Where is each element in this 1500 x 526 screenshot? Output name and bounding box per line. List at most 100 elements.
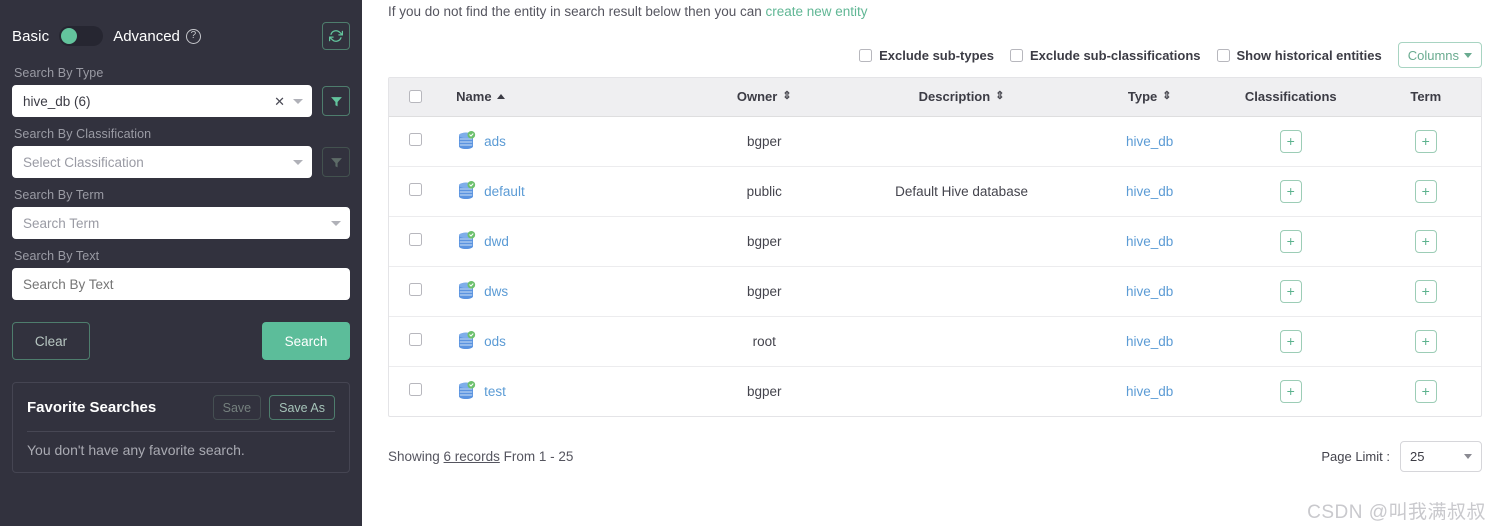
add-term-button[interactable]: + [1414, 279, 1437, 303]
page-limit-select[interactable]: 25 [1400, 440, 1482, 472]
database-cylinder-icon [459, 181, 476, 199]
add-term-button[interactable]: + [1414, 329, 1437, 353]
entity-name-link[interactable]: default [484, 184, 525, 199]
search-by-classification-select[interactable]: Select Classification [12, 146, 312, 178]
row-checkbox[interactable] [409, 383, 423, 397]
type-cell: hive_db [1088, 316, 1212, 367]
entity-type-link[interactable]: hive_db [1126, 234, 1173, 249]
chevron-down-icon[interactable] [331, 220, 341, 226]
favorite-searches-header: Favorite Searches Save Save As [27, 395, 335, 420]
favorite-searches-empty-text: You don't have any favorite search. [27, 442, 245, 458]
type-cell: hive_db [1088, 266, 1212, 317]
add-term-button[interactable]: + [1414, 179, 1437, 203]
entity-name-link[interactable]: ods [484, 334, 506, 349]
search-by-classification-label: Search By Classification [14, 127, 152, 141]
sort-ascending-icon [496, 94, 505, 100]
row-checkbox[interactable] [409, 333, 423, 346]
sidebar-header: Basic Advanced ? [12, 0, 350, 56]
owner-cell: public [693, 166, 835, 217]
exclude-subclassifications-checkbox[interactable]: Exclude sub-classifications [1009, 47, 1201, 63]
clear-button[interactable]: Clear [12, 322, 90, 360]
owner-cell: bgper [693, 116, 835, 167]
column-header-type[interactable]: Type ⇕ [1088, 78, 1212, 117]
mode-basic-label: Basic [12, 27, 50, 45]
clear-type-icon[interactable]: ✕ [274, 95, 293, 108]
add-classification-button[interactable]: + [1279, 229, 1302, 253]
search-by-classification-value: Select Classification [23, 154, 144, 170]
table-row: dwd bgper hive_db + + [389, 216, 1481, 267]
add-classification-button[interactable]: + [1279, 129, 1302, 153]
entity-type-link[interactable]: hive_db [1126, 334, 1173, 349]
entity-type-link[interactable]: hive_db [1126, 384, 1173, 399]
checkbox-box[interactable] [1009, 48, 1023, 62]
results-footer: Showing 6 records From 1 - 25 Page Limit… [388, 440, 1482, 472]
entity-name-link[interactable]: dwd [484, 234, 509, 249]
basic-advanced-toggle[interactable] [59, 26, 104, 46]
classification-filter-button[interactable] [322, 147, 350, 177]
hive-db-icon [456, 131, 476, 151]
mode-advanced-label[interactable]: Advanced [113, 28, 180, 45]
row-checkbox[interactable] [409, 183, 423, 196]
checkbox-box[interactable] [1216, 48, 1230, 62]
add-term-button[interactable]: + [1414, 129, 1437, 153]
page-limit-value: 25 [1410, 448, 1425, 464]
type-filter-button[interactable] [322, 86, 350, 116]
save-as-button[interactable]: Save As [269, 395, 335, 420]
row-select-cell [389, 366, 442, 416]
search-by-text-label: Search By Text [14, 249, 100, 263]
column-header-owner[interactable]: Owner ⇕ [693, 78, 835, 117]
entity-type-link[interactable]: hive_db [1126, 284, 1173, 299]
save-button[interactable]: Save [212, 395, 262, 420]
search-by-text-input[interactable] [12, 268, 350, 300]
exclude-subclassifications-label: Exclude sub-classifications [1029, 47, 1201, 63]
add-classification-button[interactable]: + [1279, 179, 1302, 203]
row-select-cell [389, 316, 443, 367]
entity-name-cell: dws [442, 266, 694, 317]
entity-type-link[interactable]: hive_db [1126, 134, 1173, 149]
columns-dropdown-button[interactable]: Columns [1397, 42, 1482, 68]
row-select-cell [389, 116, 443, 167]
search-button[interactable]: Search [262, 322, 350, 360]
column-header-classifications: Classifications [1211, 78, 1371, 117]
entity-type-link[interactable]: hive_db [1126, 184, 1173, 199]
description-cell [834, 316, 1089, 367]
add-term-button[interactable]: + [1414, 229, 1437, 253]
checkbox-box[interactable] [859, 48, 873, 62]
type-cell: hive_db [1088, 216, 1212, 267]
add-classification-button[interactable]: + [1279, 279, 1302, 303]
show-historical-entities-checkbox[interactable]: Show historical entities [1216, 48, 1382, 63]
refresh-button[interactable] [322, 22, 350, 50]
row-checkbox[interactable] [409, 283, 423, 296]
column-header-description[interactable]: Description ⇕ [834, 78, 1089, 117]
create-entity-hint: If you do not find the entity in search … [388, 0, 1482, 22]
search-by-term-row: Search Term [12, 207, 350, 239]
entity-name-link[interactable]: dws [484, 284, 508, 299]
column-header-name[interactable]: Name [442, 78, 694, 117]
create-new-entity-link[interactable]: create new entity [765, 4, 867, 19]
table-row: dws bgper hive_db + + [389, 266, 1481, 317]
favorite-searches-actions: Save Save As [212, 395, 335, 420]
search-by-type-select[interactable]: hive_db (6) ✕ [12, 85, 312, 117]
add-classification-button[interactable]: + [1279, 329, 1302, 353]
row-checkbox[interactable] [409, 233, 423, 246]
row-checkbox[interactable] [409, 133, 423, 146]
database-cylinder-icon [459, 281, 476, 299]
type-cell: hive_db [1088, 166, 1212, 217]
entity-name-link[interactable]: test [484, 384, 506, 399]
add-classification-button[interactable]: + [1279, 379, 1302, 403]
showing-count[interactable]: 6 records [444, 449, 500, 464]
column-header-name-label: Name [456, 89, 492, 105]
exclude-subtypes-checkbox[interactable]: Exclude sub-types [859, 48, 994, 63]
question-circle-icon[interactable]: ? [185, 28, 201, 44]
entity-name-link[interactable]: ads [484, 134, 506, 149]
term-cell: + [1370, 216, 1481, 267]
chevron-down-icon[interactable] [293, 159, 303, 165]
select-all-checkbox[interactable] [409, 90, 423, 104]
create-entity-hint-text: If you do not find the entity in search … [388, 4, 766, 19]
add-term-button[interactable]: + [1414, 379, 1437, 403]
chevron-down-icon[interactable] [293, 98, 303, 104]
sidebar-action-buttons: Clear Search [12, 322, 350, 360]
search-by-term-select[interactable]: Search Term [12, 207, 350, 239]
classifications-cell: + [1211, 266, 1371, 317]
table-row: ods root hive_db + + [389, 316, 1481, 367]
